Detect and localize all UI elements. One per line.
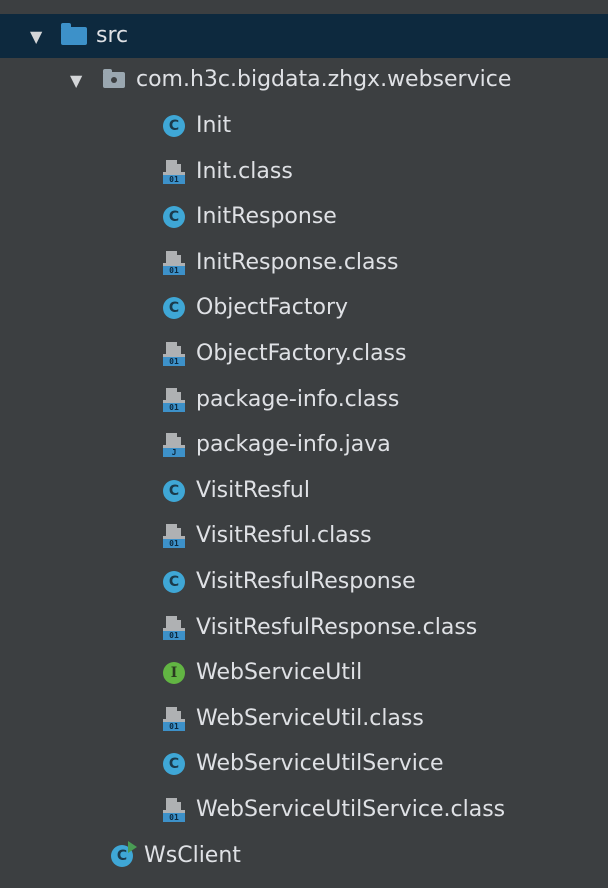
tree-item-label: Init.class — [196, 158, 293, 184]
tree-item-label: ObjectFactory.class — [196, 341, 407, 366]
binary-file-icon: 01 — [160, 705, 188, 733]
java-file-icon: J — [160, 431, 188, 459]
tree-item[interactable]: C WebServiceUtilService — [0, 742, 608, 786]
tree-item-wsclient[interactable]: C WsClient — [0, 834, 608, 878]
class-icon: C — [160, 203, 188, 231]
binary-file-icon: 01 — [160, 249, 188, 277]
tree-item-label: package-info.java — [196, 432, 391, 458]
tree-item-label: Init — [196, 113, 232, 138]
tree-item-label: package-info.class — [196, 386, 400, 412]
expand-arrow-icon[interactable]: ▼ — [30, 27, 48, 46]
tree-item[interactable]: C ObjectFactory — [0, 286, 608, 330]
tree-item-package[interactable]: ▼ com.h3c.bigdata.zhgx.webservice — [0, 58, 608, 102]
tree-item-label: WebServiceUtil.class — [196, 705, 424, 731]
tree-item[interactable]: 01 VisitResful.class — [0, 514, 608, 558]
tree-item[interactable]: 01 WebServiceUtil.class — [0, 697, 608, 741]
tree-item-label: InitResponse — [196, 204, 337, 230]
class-icon: C — [160, 568, 188, 596]
tree-item[interactable]: 01 Init.class — [0, 150, 608, 194]
tree-item-label: InitResponse.class — [196, 249, 399, 275]
tree-item-label: src — [96, 23, 129, 48]
class-icon: C — [160, 477, 188, 505]
binary-file-icon: 01 — [160, 522, 188, 550]
tree-item[interactable]: I WebServiceUtil — [0, 651, 608, 695]
tree-item[interactable]: C VisitResful — [0, 469, 608, 513]
tree-item-label: WsClient — [144, 843, 241, 868]
class-icon: C — [160, 750, 188, 778]
tree-item-label: ObjectFactory — [196, 295, 349, 321]
tree-item-label: VisitResful.class — [196, 523, 372, 549]
tree-item[interactable]: C VisitResfulResponse — [0, 560, 608, 604]
tree-item-label: WebServiceUtilService — [196, 751, 444, 777]
tree-item[interactable]: 01 package-info.class — [0, 378, 608, 422]
tree-item[interactable]: C InitResponse — [0, 195, 608, 239]
tree-item-label: com.h3c.bigdata.zhgx.webservice — [136, 67, 512, 92]
tree-item[interactable]: 01 InitResponse.class — [0, 241, 608, 285]
binary-file-icon: 01 — [160, 340, 188, 368]
binary-file-icon: 01 — [160, 386, 188, 414]
runnable-class-icon: C — [108, 841, 137, 870]
binary-file-icon: 01 — [160, 614, 188, 642]
class-icon: C — [160, 294, 188, 322]
tree-item-src[interactable]: ▼ src — [0, 14, 608, 58]
tree-item[interactable]: C Init — [0, 104, 608, 148]
binary-file-icon: 01 — [160, 796, 188, 824]
tree-item[interactable]: 01 ObjectFactory.class — [0, 332, 608, 376]
class-icon: C — [160, 112, 188, 140]
interface-icon: I — [160, 659, 188, 687]
tree-item-label: WebServiceUtil — [196, 660, 363, 686]
package-icon — [100, 66, 128, 94]
tree-item-label: VisitResfulResponse — [196, 569, 416, 594]
expand-arrow-icon[interactable]: ▼ — [70, 71, 88, 90]
tree-item-label: WebServiceUtilService.class — [196, 797, 506, 822]
project-tree: ▼ src ▼ com.h3c.bigdata.zhgx.webservice … — [0, 0, 608, 888]
tree-item[interactable]: 01 WebServiceUtilService.class — [0, 788, 608, 832]
binary-file-icon: 01 — [160, 158, 188, 186]
tree-item-label: VisitResful — [196, 477, 310, 503]
tree-item-label: VisitResfulResponse.class — [196, 614, 478, 640]
tree-item[interactable]: Jpackage-info.java — [0, 423, 608, 467]
tree-item[interactable]: 01 VisitResfulResponse.class — [0, 606, 608, 650]
folder-icon — [60, 22, 88, 50]
